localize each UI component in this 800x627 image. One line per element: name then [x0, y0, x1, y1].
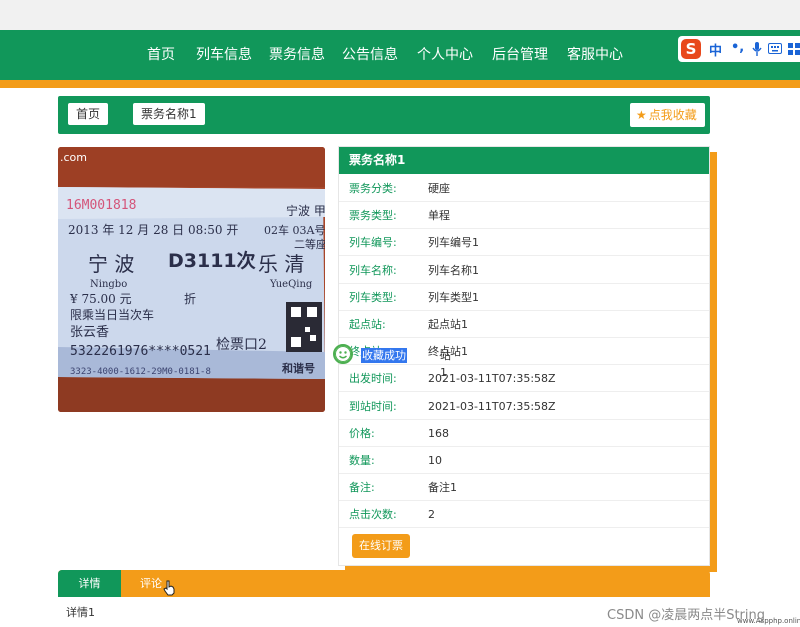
nav-item-admin[interactable]: 后台管理 [492, 30, 548, 80]
detail-row-label: 票务类型: [349, 209, 397, 223]
detail-row: 出发时间: 2021-03-11T07:35:58Z [339, 365, 709, 393]
detail-row-value: 备注1 [428, 481, 457, 495]
photo-to-pinyin: YueQing [269, 279, 313, 290]
tab-details[interactable]: 详情 [58, 570, 121, 597]
nav-item-ticket-info[interactable]: 票务信息 [269, 30, 325, 80]
detail-row-value: 2021-03-11T07:35:58Z [428, 399, 556, 413]
detail-row: 到站时间: 2021-03-11T07:35:58Z [339, 393, 709, 420]
photo-price: ¥ 75.00 元 [69, 292, 132, 306]
detail-title: 票务名称1 [339, 147, 709, 174]
photo-train: D3111次 [168, 249, 256, 272]
detail-row: 点击次数: 2 [339, 501, 709, 529]
keyboard-icon[interactable] [768, 43, 782, 54]
detail-row-value: 2 [428, 508, 435, 522]
photo-seat-class: 二等座 [294, 237, 325, 251]
photo-bottom-right: 和谐号 [282, 361, 315, 375]
ticket-photo: .com 16M001818 2013 年 12 月 28 日 08:50 开 … [58, 147, 325, 412]
detail-row-label: 列车类型: [349, 290, 397, 304]
photo-date-line: 2013 年 12 月 28 日 08:50 开 [68, 223, 238, 237]
nav-item-personal-center[interactable]: 个人中心 [417, 30, 473, 80]
detail-row: 价格: 168 [339, 420, 709, 447]
tab-content-details: 详情1 [66, 606, 95, 619]
detail-row-label: 点击次数: [349, 508, 397, 522]
breadcrumb-current[interactable]: 票务名称1 [133, 103, 205, 125]
detail-row-label: 数量: [349, 454, 375, 467]
detail-row: 备注: 备注1 [339, 474, 709, 502]
microphone-icon[interactable] [752, 42, 762, 56]
nav-item-customer-service[interactable]: 客服中心 [567, 30, 623, 80]
grid-menu-icon[interactable] [788, 43, 800, 55]
detail-row: 票务分类: 硬座 [339, 175, 709, 202]
ime-mode-label[interactable]: 中 [709, 40, 722, 59]
photo-corner-text: .com [60, 151, 87, 164]
detail-row: 数量: 10 [339, 447, 709, 474]
nav-item-home[interactable]: 首页 [147, 30, 175, 80]
detail-row: 列车类型: 列车类型1 [339, 284, 709, 311]
watermark-site: www.Aspphp.online [737, 617, 800, 625]
navbar-bottom-border [0, 80, 800, 88]
detail-row-value: 列车名称1 [428, 263, 479, 277]
detail-row-label: 列车编号: [349, 236, 397, 250]
detail-row-label: 到站时间: [349, 399, 397, 413]
detail-row: 起点站: 起点站1 [339, 311, 709, 338]
photo-name: 张云香 [70, 325, 109, 340]
ime-toolbar[interactable]: S 中 •, [678, 36, 800, 62]
sogou-logo-icon: S [681, 39, 701, 59]
detail-row-value: 硬座 [428, 182, 450, 195]
detail-row-value: 单程 [428, 209, 450, 223]
toast-tail-text: 站1 [440, 349, 451, 379]
breadcrumb: 首页 / 票务名称1 [58, 96, 710, 134]
nav-item-announcements[interactable]: 公告信息 [342, 30, 398, 80]
detail-row-label: 价格: [349, 426, 375, 440]
photo-code-line: 3323-4000-1612-29M0-0181-8 [70, 367, 211, 377]
detail-row-label: 起点站: [349, 318, 386, 331]
photo-serial: 16M001818 [66, 198, 136, 213]
nav-item-train-info[interactable]: 列车信息 [196, 30, 252, 80]
favorite-button[interactable]: ★ 点我收藏 [630, 103, 705, 127]
photo-right-top: 宁波 甲 [286, 203, 325, 218]
detail-row-value: 起点站1 [428, 318, 468, 331]
photo-gate: 检票口2 [216, 337, 267, 353]
breadcrumb-home[interactable]: 首页 [68, 103, 109, 125]
detail-row-value: 列车编号1 [428, 236, 479, 250]
browser-top-strip [0, 0, 800, 30]
hand-cursor-icon [163, 580, 175, 596]
tab-bar: 详情 评论 [58, 570, 710, 597]
detail-row: 列车编号: 列车编号1 [339, 229, 709, 257]
detail-row-label: 列车名称: [349, 263, 397, 277]
detail-row-label: 备注: [349, 481, 375, 495]
smile-icon [333, 344, 353, 364]
ime-punctuation-icon[interactable]: •, [731, 40, 744, 55]
book-online-button[interactable]: 在线订票 [352, 534, 410, 558]
detail-row-value: 列车类型1 [428, 290, 479, 304]
photo-to: 乐 清 [258, 252, 304, 276]
favorite-button-label: 点我收藏 [648, 108, 697, 122]
detail-row: 列车名称: 列车名称1 [339, 257, 709, 284]
photo-from: 宁 波 [88, 252, 134, 276]
photo-id-no: 5322261976****0521 [70, 344, 211, 359]
photo-from-pinyin: Ningbo [90, 279, 127, 290]
detail-row-label: 出发时间: [349, 372, 397, 386]
detail-row-label: 票务分类: [349, 182, 397, 195]
detail-row-value: 10 [428, 454, 442, 467]
detail-row-value: 168 [428, 426, 449, 440]
star-icon: ★ [636, 108, 647, 122]
detail-row: 票务类型: 单程 [339, 202, 709, 230]
toast-message: 收藏成功 [361, 348, 407, 363]
photo-note: 限乘当日当次车 [70, 307, 154, 322]
photo-discount: 折 [184, 291, 196, 306]
photo-car-seat: 02车 03A号 [264, 223, 325, 237]
